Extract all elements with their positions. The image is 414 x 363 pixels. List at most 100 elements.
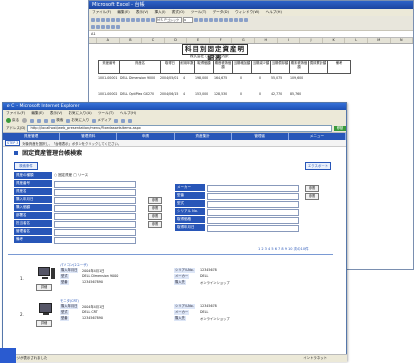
pagination[interactable]: 1 2 3 4 5 6 7 8 9 10 次の10件 — [258, 247, 309, 252]
ie-menu-tools[interactable]: ツール(T) — [98, 111, 114, 115]
bold-icon[interactable] — [194, 17, 198, 22]
export-button[interactable]: エクスポート — [305, 162, 331, 170]
media-button[interactable]: メディア — [92, 118, 111, 124]
cell-opening[interactable]: 164,675 — [214, 76, 227, 80]
ie-menu-help[interactable]: ヘルプ(H) — [120, 111, 136, 115]
cell-asset-no[interactable]: 1001-00001 — [98, 76, 117, 80]
col-title-cost[interactable]: 取得価額 — [194, 60, 214, 74]
person-input[interactable] — [54, 221, 136, 228]
cell-increase[interactable]: 0 — [240, 76, 242, 80]
new-icon[interactable] — [91, 17, 95, 22]
cell-cost[interactable]: 153,000 — [195, 92, 208, 96]
name-box[interactable]: A1 — [91, 32, 96, 36]
cell-date[interactable]: 2004/06/15 — [160, 92, 178, 96]
col-title-opening[interactable]: 期首帳簿価額 — [213, 60, 233, 74]
cell-depreciation[interactable]: 42,770 — [271, 92, 282, 96]
excel-menu-edit[interactable]: 編集(E) — [117, 10, 129, 14]
acq-price-input[interactable] — [207, 217, 299, 224]
cell-closing[interactable]: 85,760 — [290, 92, 301, 96]
excel-menu-format[interactable]: 書式(O) — [172, 10, 185, 14]
col-title-life[interactable]: 耐用年数 — [179, 60, 195, 74]
preview-icon[interactable] — [111, 17, 115, 22]
currency-icon[interactable] — [224, 17, 228, 22]
stop-icon[interactable] — [30, 118, 35, 123]
col-header[interactable]: E — [187, 38, 210, 43]
cell-opening[interactable]: 128,530 — [214, 92, 227, 96]
print-icon[interactable] — [106, 17, 110, 22]
ie-title-bar[interactable]: ｅＣ - Microsoft Internet Explorer — [3, 103, 346, 110]
cell-life[interactable]: 4 — [183, 76, 185, 80]
toolbar2-icon-d[interactable] — [106, 24, 110, 29]
redo-icon[interactable] — [136, 17, 140, 22]
taskbar-start-button[interactable] — [0, 348, 16, 363]
copy-icon[interactable] — [121, 17, 125, 22]
serial-input[interactable] — [207, 209, 299, 216]
font-color-icon[interactable] — [244, 17, 248, 22]
cell-decrease[interactable]: 0 — [259, 76, 261, 80]
purchase-price-ref-button[interactable]: 参照 — [148, 205, 162, 212]
col-header[interactable]: B — [120, 38, 143, 43]
excel-title-bar[interactable]: Microsoft Excel - 台帳 — [89, 1, 413, 9]
toolbar2-icon-a[interactable] — [91, 24, 95, 29]
percent-icon[interactable] — [229, 17, 233, 22]
back-button[interactable]: 戻る — [6, 118, 19, 124]
col-title-date[interactable]: 取得日 — [160, 60, 180, 74]
ie-menu-favorites[interactable]: お気に入り(A) — [68, 111, 91, 115]
toolbar2-icon-c[interactable] — [101, 24, 105, 29]
maker-ref-button[interactable]: 参照 — [305, 185, 319, 192]
search-button[interactable]: 検索 — [51, 118, 63, 124]
excel-menu-insert[interactable]: 挿入(I) — [154, 10, 165, 14]
tab-admin[interactable]: 管理者 — [232, 133, 289, 140]
col-header[interactable]: I — [278, 38, 301, 43]
model-input[interactable] — [207, 193, 299, 200]
refresh-icon[interactable] — [37, 118, 42, 123]
sum-icon[interactable] — [141, 17, 145, 22]
purchase-date-input[interactable] — [54, 197, 136, 204]
tab-asset-management[interactable]: 資産管理 — [3, 133, 61, 140]
cell-closing[interactable]: 109,600 — [290, 76, 303, 80]
print-icon[interactable] — [128, 118, 133, 123]
paste-icon[interactable] — [126, 17, 130, 22]
cell-date[interactable]: 2004/05/01 — [160, 76, 178, 80]
lease-checkbox[interactable]: □ — [73, 173, 76, 177]
col-header[interactable]: A — [97, 38, 120, 43]
tab-documents[interactable]: 管理資料 — [60, 133, 118, 140]
chart-icon[interactable] — [151, 17, 155, 22]
go-button[interactable]: 移動 — [334, 126, 346, 131]
col-title-depreciation[interactable]: 当期償却額 — [270, 60, 290, 74]
toolbar2-icon-f[interactable] — [116, 24, 120, 29]
align-right-icon[interactable] — [219, 17, 223, 22]
favorites-button[interactable]: お気に入り — [66, 118, 89, 124]
cell-increase[interactable]: 0 — [240, 92, 242, 96]
col-title-asset-no[interactable]: 資産番号 — [98, 60, 120, 74]
cell-decrease[interactable]: 0 — [259, 92, 261, 96]
excel-menu-window[interactable]: ウィンドウ(W) — [235, 10, 259, 14]
home-icon[interactable] — [44, 118, 49, 123]
col-header[interactable]: H — [255, 38, 278, 43]
cell-depreciation[interactable]: 55,075 — [271, 76, 282, 80]
col-title-increase[interactable]: 当期増加額 — [232, 60, 252, 74]
model-ref-button[interactable]: 参照 — [305, 193, 319, 200]
underline-icon[interactable] — [204, 17, 208, 22]
mail-icon[interactable] — [121, 118, 126, 123]
col-title-accumulated[interactable]: 償却累計額 — [308, 60, 328, 74]
cell-cost[interactable]: 198,000 — [195, 76, 208, 80]
acq-date-input[interactable] — [207, 225, 299, 232]
purchase-date-ref-button[interactable]: 参照 — [148, 197, 162, 204]
col-header[interactable]: D — [165, 38, 188, 43]
sort-icon[interactable] — [146, 17, 150, 22]
formula-bar[interactable]: A1 — [89, 31, 413, 38]
purchase-price-input[interactable] — [54, 205, 136, 212]
detail-button[interactable]: 詳細 — [36, 320, 52, 327]
save-icon[interactable] — [101, 17, 105, 22]
cut-icon[interactable] — [116, 17, 120, 22]
asset-no-input[interactable] — [54, 181, 136, 188]
col-title-remarks[interactable]: 備考 — [327, 60, 351, 74]
col-header[interactable]: N — [391, 38, 413, 43]
col-header[interactable]: F — [210, 38, 233, 43]
fixed-asset-radio[interactable]: ○ — [54, 173, 57, 177]
tab-application[interactable]: 申請 — [117, 133, 175, 140]
col-header[interactable]: K — [323, 38, 346, 43]
col-header[interactable]: J — [300, 38, 323, 43]
sheet-company[interactable]: 株式会社 ○○○○○ 内訳 — [190, 54, 229, 59]
